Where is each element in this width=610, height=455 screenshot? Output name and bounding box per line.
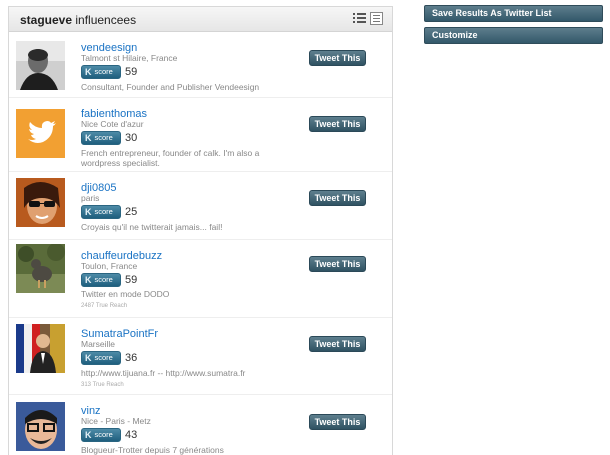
score-row: Kscore 36	[81, 350, 137, 365]
tweet-this-button[interactable]: Tweet This	[309, 414, 366, 430]
header-username: stagueve	[20, 13, 73, 27]
score-badge-label: score	[94, 133, 113, 142]
list-item: vendeesign Talmont st Hilaire, France Ks…	[9, 32, 392, 98]
tweet-this-button[interactable]: Tweet This	[309, 190, 366, 206]
klout-k-icon: K	[85, 132, 92, 143]
tweet-this-button[interactable]: Tweet This	[309, 50, 366, 66]
score-value: 43	[125, 428, 138, 441]
user-location: Nice Cote d'azur	[81, 119, 144, 129]
klout-k-icon: K	[85, 274, 92, 285]
score-row: Kscore 30	[81, 130, 137, 145]
view-toggle	[353, 12, 383, 25]
user-bio: Consultant, Founder and Publisher Vendee…	[81, 82, 260, 92]
score-value: 59	[125, 65, 138, 78]
user-bio: Croyais qu'il ne twitterait jamais... fa…	[81, 222, 223, 232]
tweet-this-button[interactable]: Tweet This	[309, 116, 366, 132]
avatar[interactable]	[16, 324, 65, 373]
avatar[interactable]	[16, 109, 65, 158]
score-badge-label: score	[94, 430, 113, 439]
score-badge[interactable]: Kscore	[81, 64, 121, 79]
detail-view-icon[interactable]	[370, 12, 383, 25]
user-location: Talmont st Hilaire, France	[81, 53, 178, 63]
user-location: Marseille	[81, 339, 116, 349]
klout-k-icon: K	[85, 206, 92, 217]
score-value: 30	[125, 131, 138, 144]
user-bio: Twitter en mode DODO	[81, 289, 170, 299]
true-reach: 2487 True Reach	[81, 303, 128, 309]
tweet-this-button[interactable]: Tweet This	[309, 336, 366, 352]
user-location: Toulon, France	[81, 261, 138, 271]
avatar[interactable]	[16, 402, 65, 451]
influencees-panel: stagueve influencees vendeesign Talmont	[8, 6, 393, 455]
list-item: SumatraPointFr Marseille Kscore 36 http:…	[9, 318, 392, 395]
score-row: Kscore 43	[81, 427, 137, 442]
user-bio: Blogueur-Trotter depuis 7 générations	[81, 445, 224, 455]
avatar[interactable]	[16, 178, 65, 227]
list-item: fabienthomas Nice Cote d'azur Kscore 30 …	[9, 98, 392, 172]
score-value: 59	[125, 273, 138, 286]
score-badge-label: score	[94, 275, 113, 284]
user-location: Nice - Paris - Metz	[81, 416, 151, 426]
true-reach: 313 True Reach	[81, 382, 124, 388]
score-value: 36	[125, 351, 138, 364]
customize-button[interactable]: Customize	[424, 27, 603, 44]
list-item: chauffeurdebuzz Toulon, France Kscore 59…	[9, 240, 392, 318]
klout-k-icon: K	[85, 66, 92, 77]
user-bio: French entrepreneur, founder of calk. I'…	[81, 148, 260, 168]
score-row: Kscore 25	[81, 204, 137, 219]
panel-header: stagueve influencees	[9, 7, 392, 32]
avatar[interactable]	[16, 41, 65, 90]
score-badge[interactable]: Kscore	[81, 204, 121, 219]
klout-k-icon: K	[85, 429, 92, 440]
score-badge[interactable]: Kscore	[81, 272, 121, 287]
score-badge-label: score	[94, 353, 113, 362]
user-location: paris	[81, 193, 100, 203]
score-badge-label: score	[94, 67, 113, 76]
score-row: Kscore 59	[81, 272, 137, 287]
list-view-icon[interactable]	[353, 12, 366, 25]
score-badge[interactable]: Kscore	[81, 350, 121, 365]
list-item: dji0805 paris Kscore 25 Croyais qu'il ne…	[9, 172, 392, 240]
score-badge[interactable]: Kscore	[81, 130, 121, 145]
score-row: Kscore 59	[81, 64, 137, 79]
score-badge-label: score	[94, 207, 113, 216]
tweet-this-button[interactable]: Tweet This	[309, 256, 366, 272]
score-badge[interactable]: Kscore	[81, 427, 121, 442]
score-value: 25	[125, 205, 138, 218]
klout-k-icon: K	[85, 352, 92, 363]
list-item: vinz Nice - Paris - Metz Kscore 43 Blogu…	[9, 395, 392, 455]
avatar[interactable]	[16, 244, 65, 293]
user-bio: http://www.tijuana.fr -- http://www.suma…	[81, 368, 246, 378]
header-title: influencees	[72, 13, 137, 27]
save-twitter-list-button[interactable]: Save Results As Twitter List	[424, 5, 603, 22]
